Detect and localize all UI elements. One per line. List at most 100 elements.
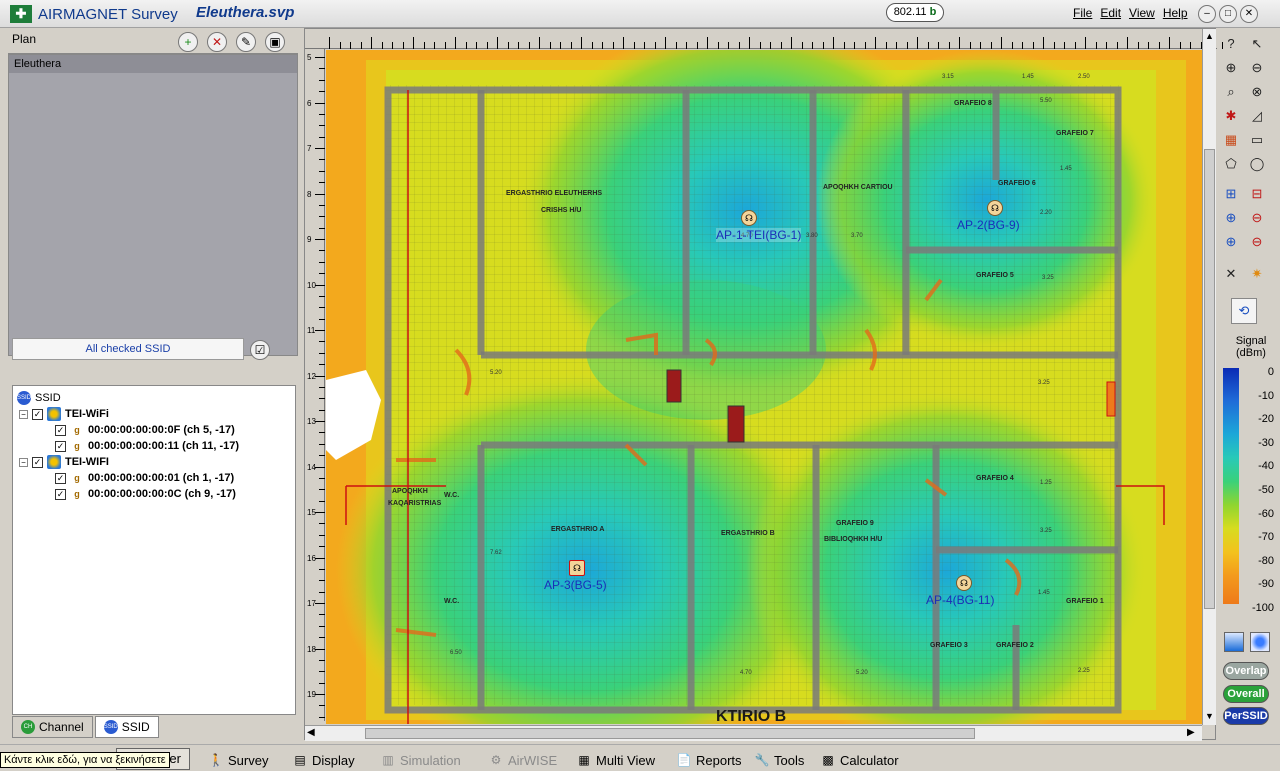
edit-plan-icon[interactable]: ✎ — [236, 32, 256, 52]
remove-region-icon[interactable]: ⊟ — [1247, 184, 1267, 204]
refresh-icon[interactable]: ⟲ — [1231, 298, 1257, 324]
ruler-tick — [1127, 37, 1128, 49]
nav-airwise-button[interactable]: ⚙ AirWISE — [488, 750, 558, 770]
ruler-tick — [822, 42, 824, 49]
nav-simulation-button[interactable]: ▥ Simulation — [380, 750, 460, 770]
menu-edit[interactable]: Edit — [1100, 6, 1121, 20]
add-circle-icon[interactable]: ⊕ — [1221, 232, 1241, 252]
scroll-up-icon[interactable]: ▲ — [1205, 31, 1214, 41]
tree-ap[interactable]: ✓ g 00:00:00:00:00:0C (ch 9, -17) — [55, 486, 236, 502]
zoom-fit-icon[interactable]: ⊗ — [1247, 82, 1267, 102]
display-mode-icon[interactable] — [1224, 632, 1244, 652]
ap-checkbox[interactable]: ✓ — [55, 488, 66, 500]
delete-plan-icon[interactable]: ✕ — [207, 32, 227, 52]
scroll-down-icon[interactable]: ▼ — [1205, 711, 1214, 721]
ruler-tick — [315, 148, 325, 149]
add-region-icon[interactable]: ⊞ — [1221, 184, 1241, 204]
coverage-mode-icon[interactable] — [1250, 632, 1270, 652]
dimension-label: 2.50 — [1078, 74, 1090, 80]
select-arrow-icon[interactable]: ↖ — [1247, 34, 1267, 54]
scroll-right-icon[interactable]: ▶ — [1187, 727, 1195, 738]
ruler-tick — [319, 625, 325, 627]
tree-root[interactable]: SSID SSID — [17, 390, 61, 406]
tree-ap[interactable]: ✓ g 00:00:00:00:00:01 (ch 1, -17) — [55, 470, 234, 486]
ruler-tick — [319, 136, 325, 138]
remove-circle-icon[interactable]: ⊖ — [1247, 232, 1267, 252]
ruler-tick — [319, 477, 325, 479]
legend-tick: -80 — [1258, 554, 1274, 567]
wall-icon[interactable]: ▦ — [1221, 130, 1241, 150]
menu-help[interactable]: Help — [1163, 6, 1188, 20]
access-point-icon[interactable]: ☊ — [987, 200, 1003, 216]
access-point-icon[interactable]: ☊ — [956, 575, 972, 591]
ruler-left: 5 6 7 8 9 10 11 12 13 14 15 16 17 18 19 — [305, 49, 325, 730]
group-checkbox[interactable]: ✓ — [32, 408, 43, 420]
vertical-scrollbar[interactable]: ▲ ▼ — [1202, 29, 1216, 725]
magic-wand-icon[interactable]: ✷ — [1247, 264, 1267, 284]
tree-group[interactable]: − ✓ TEI-WiFi — [19, 406, 109, 422]
minimize-icon[interactable]: – — [1198, 5, 1216, 23]
tab-ssid[interactable]: SSID SSID — [94, 716, 159, 738]
plan-item[interactable]: Eleuthera — [9, 55, 297, 73]
ruler-tick — [906, 42, 908, 49]
tree-group[interactable]: − ✓ TEI-WIFI — [19, 454, 109, 470]
ruler-tick — [319, 91, 325, 93]
menu-file[interactable]: File — [1073, 6, 1092, 20]
polygon-icon[interactable]: ⬠ — [1221, 154, 1241, 174]
place-ap-icon[interactable]: ✱ — [1221, 106, 1241, 126]
ap-checkbox[interactable]: ✓ — [55, 472, 66, 484]
save-plan-icon[interactable]: ▣ — [265, 32, 285, 52]
filter-check-icon[interactable]: ☑ — [250, 340, 270, 360]
access-point-icon[interactable]: ☊ — [741, 210, 757, 226]
collapse-icon[interactable]: − — [19, 409, 28, 419]
close-icon[interactable]: ✕ — [1240, 5, 1258, 23]
ruler-tick — [665, 37, 666, 49]
scroll-left-icon[interactable]: ◀ — [307, 727, 315, 738]
nav-survey-button[interactable]: 🚶 Survey — [208, 750, 269, 770]
network-icon — [47, 455, 61, 469]
add-point-icon[interactable]: ⊕ — [1221, 208, 1241, 228]
nav-multi-view-button[interactable]: ▦ Multi View — [576, 750, 655, 770]
overlap-button[interactable]: Overlap — [1223, 662, 1269, 680]
standard-badge[interactable]: 802.11 b — [886, 3, 944, 22]
zoom-in-icon[interactable]: ⊕ — [1221, 58, 1241, 78]
nav-display-button[interactable]: ▤ Display — [292, 750, 354, 770]
tree-ap[interactable]: ✓ g 00:00:00:00:00:11 (ch 11, -17) — [55, 438, 239, 454]
ruler-tick — [319, 398, 325, 400]
collapse-icon[interactable]: − — [19, 457, 28, 467]
ap-checkbox[interactable]: ✓ — [55, 424, 66, 436]
remove-point-icon[interactable]: ⊖ — [1247, 208, 1267, 228]
measure-icon[interactable]: ◿ — [1247, 106, 1267, 126]
horizontal-scroll-thumb[interactable] — [365, 728, 975, 739]
vertical-scroll-thumb[interactable] — [1204, 149, 1215, 609]
ssid-filter-field[interactable]: All checked SSID — [12, 338, 244, 360]
room-label: W.C. — [444, 492, 460, 499]
bottom-tabs: CH Channel SSID SSID — [12, 716, 159, 738]
signal-heatmap[interactable]: ERGASTHRIO ELEUTHERHS CRISHS H/U APOQHKH C… — [326, 50, 1202, 724]
channel-icon: CH — [21, 720, 35, 734]
nav-reports-button[interactable]: 📄 Reports — [676, 750, 742, 770]
horizontal-scrollbar[interactable]: ◀ ▶ — [305, 725, 1202, 741]
airwise-icon: ⚙ — [490, 753, 502, 767]
access-point-icon: g — [74, 473, 80, 483]
overall-button[interactable]: Overall — [1223, 685, 1269, 703]
nav-tools-button[interactable]: 🔧 Tools — [754, 750, 805, 770]
ap-checkbox[interactable]: ✓ — [55, 440, 66, 452]
add-plan-icon[interactable]: + — [178, 32, 198, 52]
ellipse-icon[interactable]: ◯ — [1247, 154, 1267, 174]
tree-ap[interactable]: ✓ g 00:00:00:00:00:0F (ch 5, -17) — [55, 422, 235, 438]
menu-view[interactable]: View — [1129, 6, 1155, 20]
nav-calculator-button[interactable]: ▩ Calculator — [820, 750, 898, 770]
delete-tool-icon[interactable]: ✕ — [1221, 264, 1241, 284]
perssid-button[interactable]: PerSSID — [1223, 707, 1269, 725]
ruler-number: 7 — [307, 144, 312, 153]
rectangle-icon[interactable]: ▭ — [1247, 130, 1267, 150]
zoom-area-icon[interactable]: ⌕ — [1221, 82, 1241, 102]
zoom-out-icon[interactable]: ⊖ — [1247, 58, 1267, 78]
help-pointer-icon[interactable]: ? — [1221, 34, 1241, 54]
ssid-tree: SSID SSID − ✓ TEI-WiFi ✓ g 00:00:00:00:0… — [12, 385, 296, 715]
tab-channel[interactable]: CH Channel — [12, 716, 93, 738]
access-point-icon[interactable]: ☊ — [569, 560, 585, 576]
group-checkbox[interactable]: ✓ — [32, 456, 43, 468]
maximize-icon[interactable]: □ — [1219, 5, 1237, 23]
